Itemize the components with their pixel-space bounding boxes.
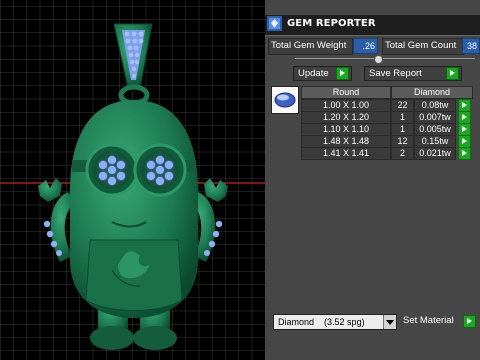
set-material-label: Set Material [403, 315, 454, 326]
table-row: 1.00 X 1.00 22 0.08tw [301, 99, 476, 112]
gem-size: 1.41 X 1.41 [301, 147, 391, 160]
material-name: Diamond [278, 317, 315, 327]
gem-reporter-panel: GEM REPORTER Total Gem Weight .26 Total … [265, 0, 480, 360]
total-gem-count-label: Total Gem Count [382, 38, 464, 55]
slider-knob[interactable] [374, 55, 383, 64]
gem-reporter-icon [267, 16, 282, 31]
material-dropdown-value: Diamond (3.52 spg) [278, 315, 365, 329]
table-header-material: Diamond [391, 86, 473, 99]
3d-viewport[interactable] [0, 0, 265, 360]
viewport-canvas [0, 0, 265, 360]
gem-weight: 0.021tw [414, 147, 456, 160]
total-gem-count-value[interactable]: 38 [462, 38, 480, 54]
table-row: 1.10 X 1.10 1 0.005tw [301, 123, 476, 136]
divider [295, 58, 475, 59]
table-header-shape: Round [301, 86, 391, 99]
total-gem-weight-label: Total Gem Weight [268, 38, 353, 55]
panel-title: GEM REPORTER [287, 18, 376, 29]
table-row: 1.48 X 1.48 12 0.15tw [301, 135, 476, 148]
update-button-label: Update [298, 68, 329, 79]
update-button[interactable]: Update [293, 66, 352, 81]
panel-titlebar: GEM REPORTER [265, 15, 480, 36]
play-icon[interactable] [458, 147, 471, 160]
round-gem-icon[interactable] [271, 86, 299, 114]
play-icon [446, 67, 459, 80]
material-sg: (3.52 spg) [324, 317, 365, 327]
gem-count: 2 [391, 147, 414, 160]
save-report-button[interactable]: Save Report [364, 66, 462, 81]
save-report-button-label: Save Report [369, 68, 422, 79]
gem-table: Round Diamond 1.00 X 1.00 22 0.08tw 1.20… [271, 86, 476, 166]
table-row: 1.20 X 1.20 1 0.007tw [301, 111, 476, 124]
play-icon [336, 67, 349, 80]
material-dropdown[interactable]: Diamond (3.52 spg) [273, 314, 397, 330]
total-gem-weight-value[interactable]: .26 [353, 38, 378, 54]
table-row: 1.41 X 1.41 2 0.021tw [301, 147, 476, 160]
set-material-button[interactable] [463, 315, 476, 328]
chevron-down-icon[interactable] [383, 315, 396, 329]
